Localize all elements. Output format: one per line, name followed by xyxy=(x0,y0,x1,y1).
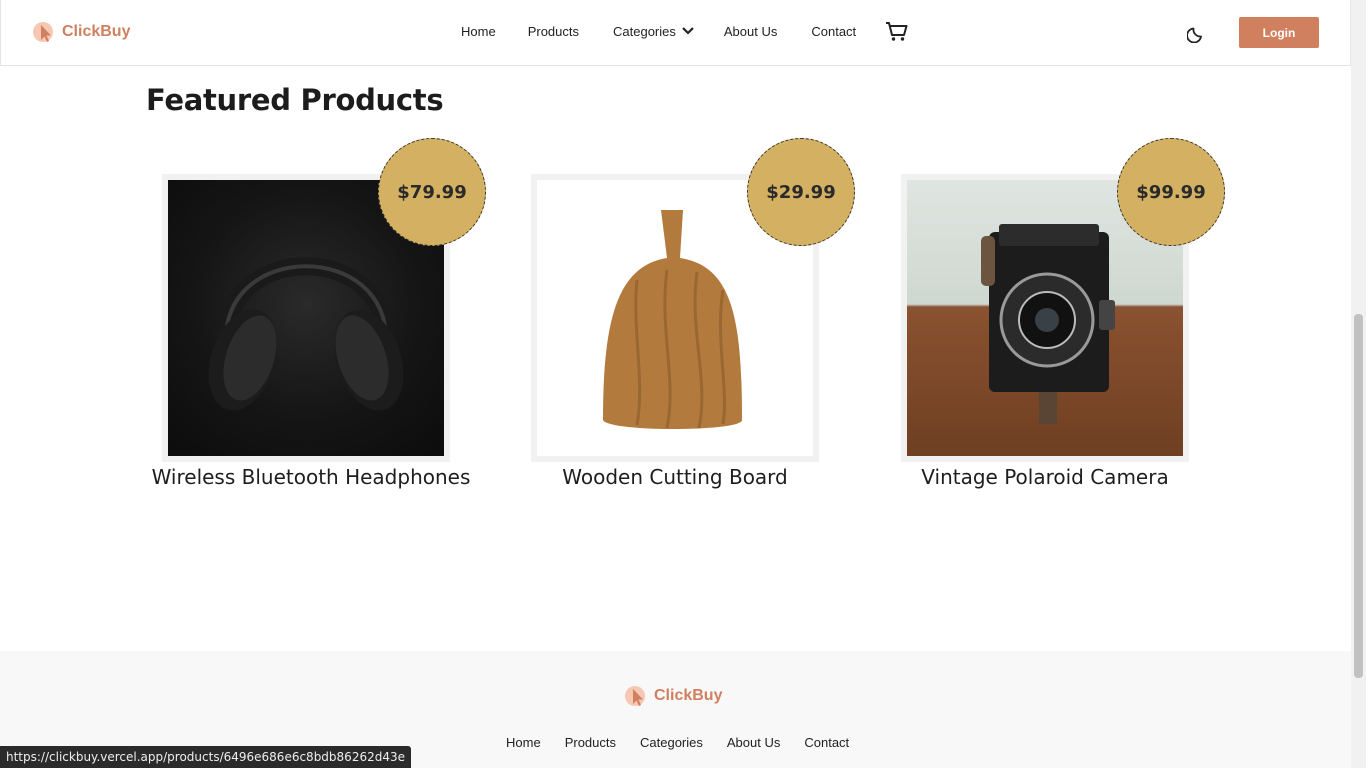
nav-products[interactable]: Products xyxy=(528,24,579,39)
link-status-url: https://clickbuy.vercel.app/products/649… xyxy=(0,746,411,768)
price-badge: $99.99 xyxy=(1117,138,1225,246)
navbar: ClickBuy Home Products Categories About … xyxy=(0,0,1351,66)
cart-icon[interactable] xyxy=(885,21,908,47)
login-button[interactable]: Login xyxy=(1239,17,1319,48)
brand-name: ClickBuy xyxy=(62,23,131,40)
product-name[interactable]: Wooden Cutting Board xyxy=(510,465,840,489)
nav-home[interactable]: Home xyxy=(461,24,496,39)
product-card[interactable]: $29.99 Wooden Cutting Board xyxy=(510,136,855,496)
nav-contact[interactable]: Contact xyxy=(811,24,856,39)
product-name[interactable]: Wireless Bluetooth Headphones xyxy=(146,465,476,489)
footer-link-products[interactable]: Products xyxy=(565,735,616,750)
footer-link-home[interactable]: Home xyxy=(506,735,541,750)
product-name[interactable]: Vintage Polaroid Camera xyxy=(880,465,1210,489)
brand-logo-link[interactable]: ClickBuy xyxy=(32,20,130,44)
product-card[interactable]: $79.99 Wireless Bluetooth Headphones xyxy=(146,136,486,496)
product-card[interactable]: $99.99 Vintage Polaroid Camera xyxy=(880,136,1225,496)
footer-link-contact[interactable]: Contact xyxy=(804,735,849,750)
scrollbar-thumb[interactable] xyxy=(1354,314,1363,678)
footer-link-categories[interactable]: Categories xyxy=(640,735,703,750)
featured-products-heading: Featured Products xyxy=(146,83,444,117)
nav-categories-label: Categories xyxy=(613,24,676,39)
cursor-logo-icon xyxy=(32,20,56,44)
page: ClickBuy Home Products Categories About … xyxy=(0,0,1366,768)
footer-nav: Home Products Categories About Us Contac… xyxy=(506,735,849,750)
price-badge: $79.99 xyxy=(378,138,486,246)
vertical-scrollbar[interactable] xyxy=(1351,0,1366,768)
cursor-logo-icon xyxy=(624,684,648,708)
nav-about-us[interactable]: About Us xyxy=(724,24,777,39)
nav-categories[interactable]: Categories xyxy=(613,24,694,39)
price-badge: $29.99 xyxy=(747,138,855,246)
footer-brand-name: ClickBuy xyxy=(654,687,723,704)
chevron-down-icon xyxy=(682,24,694,39)
footer-brand-link[interactable]: ClickBuy xyxy=(624,684,722,708)
main-nav: Home Products Categories About Us Contac… xyxy=(461,24,856,39)
dark-mode-moon-icon[interactable] xyxy=(1186,24,1206,48)
footer-link-about-us[interactable]: About Us xyxy=(727,735,780,750)
